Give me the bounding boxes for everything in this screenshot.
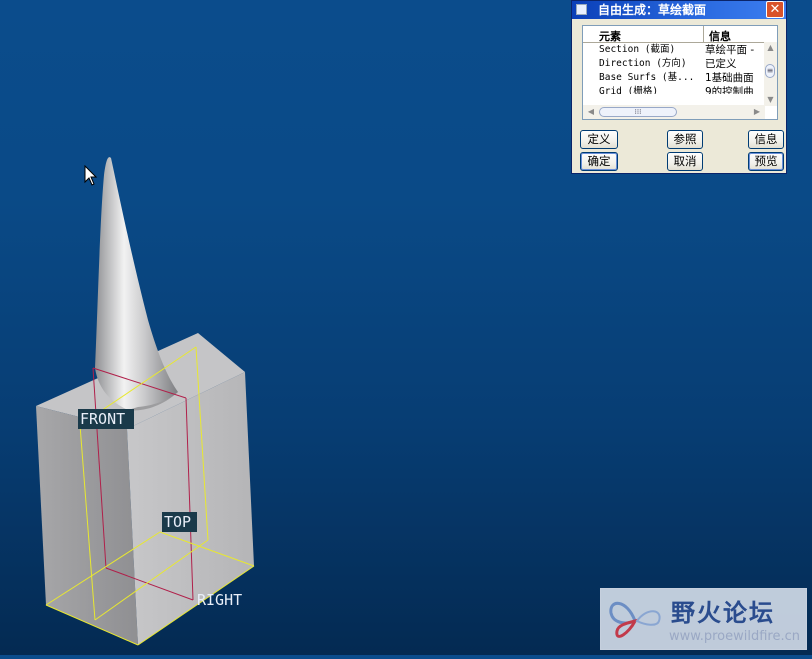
block-left-face [36,406,138,645]
free-generation-dialog: 自由生成：草绘截面 ✕ 元素 信息 Section (截面) 草绘平面 - Di… [571,0,787,174]
define-button[interactable]: 定义 [580,130,618,149]
datum-label-top[interactable]: TOP [162,512,197,532]
forum-url: www.proewildfire.cn [669,629,800,644]
table-row[interactable]: Section (截面) 草绘平面 - [583,43,765,57]
row-element: Section (截面) [599,44,676,55]
info-button[interactable]: 信息 [748,130,784,149]
row-element: Direction (方向) [599,58,687,69]
scroll-left-icon[interactable]: ◀ [585,105,597,119]
vertical-scrollbar[interactable]: ▲ ≡ ▼ [764,42,777,106]
element-table: 元素 信息 Section (截面) 草绘平面 - Direction (方向)… [582,25,778,120]
horizontal-scrollbar[interactable]: ◀ ⁞⁞⁞ ▶ [583,105,765,119]
column-header-element: 元素 [599,30,621,43]
datum-label-front[interactable]: FRONT [78,409,134,429]
table-row[interactable]: Grid (栅格) 9的控制曲 [583,85,765,94]
forum-brand: 野火论坛 [671,599,775,627]
close-icon[interactable]: ✕ [766,1,784,18]
forum-watermark: 野火论坛 www.proewildfire.cn [600,588,807,650]
row-info: 1基础曲面 [705,72,754,84]
table-header: 元素 信息 [583,26,765,43]
row-element: Grid (栅格) [599,86,659,94]
preview-button[interactable]: 预览 [748,152,784,171]
ok-button[interactable]: 确定 [580,152,618,171]
column-header-info: 信息 [709,30,731,43]
table-rows: Section (截面) 草绘平面 - Direction (方向) 已定义 B… [583,43,765,99]
row-info: 已定义 [705,58,737,70]
row-info: 草绘平面 - [705,44,755,56]
table-row[interactable]: Direction (方向) 已定义 [583,57,765,71]
table-row[interactable]: Base Surfs (基... 1基础曲面 [583,71,765,85]
scroll-down-icon[interactable]: ▼ [764,94,777,106]
dialog-titlebar[interactable]: 自由生成：草绘截面 ✕ [572,1,786,19]
svg-text:FRONT: FRONT [80,410,125,428]
butterfly-logo-icon [609,602,661,638]
row-element: Base Surfs (基... [599,72,695,83]
scroll-right-icon[interactable]: ▶ [751,105,763,119]
scroll-thumb[interactable]: ≡ [765,64,775,78]
cancel-button[interactable]: 取消 [667,152,703,171]
svg-text:TOP: TOP [164,513,191,531]
scroll-thumb-horizontal[interactable]: ⁞⁞⁞ [599,107,677,117]
column-divider[interactable] [703,26,704,42]
svg-text:RIGHT: RIGHT [197,591,242,609]
reference-button[interactable]: 参照 [667,130,703,149]
mouse-cursor-icon [84,165,98,186]
window-icon [576,4,587,15]
row-info: 9的控制曲 [705,86,754,94]
dialog-title: 自由生成：草绘截面 [598,3,707,17]
datum-label-right[interactable]: RIGHT [197,591,242,609]
scroll-up-icon[interactable]: ▲ [764,42,777,54]
